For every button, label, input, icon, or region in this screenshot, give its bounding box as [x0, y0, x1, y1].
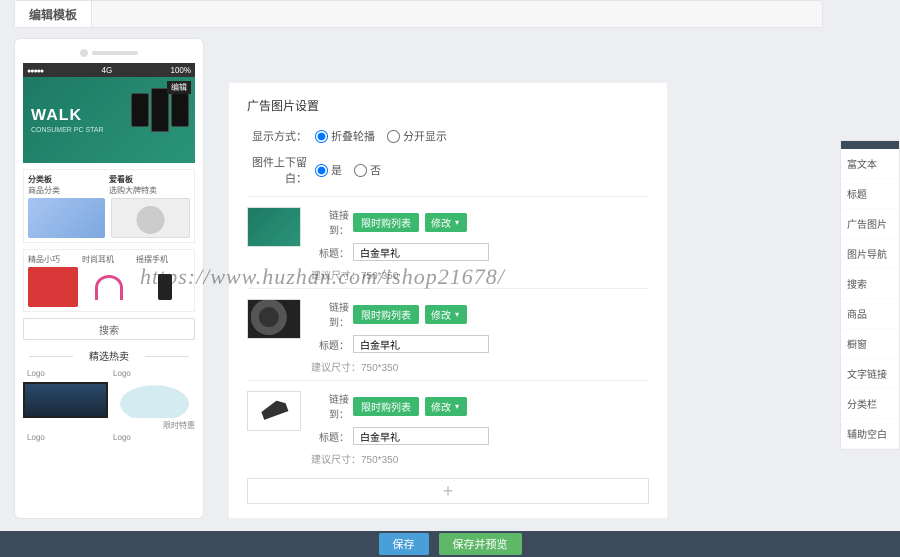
tab-edit-template[interactable]: 编辑模板: [15, 1, 92, 27]
radio-fold-carousel[interactable]: 折叠轮播: [315, 128, 375, 144]
tool-item[interactable]: 图片导航: [841, 239, 899, 269]
preview-section-1[interactable]: 分类板商品分类 爱看板选购大牌特卖: [23, 169, 195, 243]
phone-speaker: [23, 49, 195, 57]
modify-dropdown[interactable]: 修改: [425, 213, 467, 232]
tool-item[interactable]: 广告图片: [841, 209, 899, 239]
ad-thumb[interactable]: [247, 299, 301, 339]
hero-edit-badge[interactable]: 编辑: [167, 81, 191, 94]
title-input[interactable]: [353, 427, 489, 445]
tool-item[interactable]: 富文本: [841, 149, 899, 179]
product-thumb: [140, 267, 190, 307]
radio-margin-yes[interactable]: 是: [315, 162, 342, 178]
sec2-col1: 精品小巧: [28, 254, 82, 265]
sec1-col2-title: 爱看板: [109, 174, 190, 185]
hero-title: WALK: [31, 107, 104, 125]
sec1-col1-title: 分类板: [28, 174, 109, 185]
title-input[interactable]: [353, 243, 489, 261]
radio-separate[interactable]: 分开显示: [387, 128, 447, 144]
title-field-label: 标题：: [311, 429, 349, 444]
tool-item[interactable]: 分类栏: [841, 389, 899, 419]
phone-preview: 4G 100% WALK CONSUMER PC STAR 编辑 分类板商品分类…: [14, 38, 204, 519]
product-thumb: [84, 267, 134, 307]
ad-thumb[interactable]: [247, 207, 301, 247]
link-to-label: 链接到：: [311, 391, 349, 421]
pick-label: 限时特惠: [163, 420, 195, 431]
sec1-col2-sub: 选购大牌特卖: [109, 185, 190, 196]
ad-item: 链接到：限时购列表修改标题： 建议尺寸：750*350: [247, 380, 649, 472]
tool-item[interactable]: 搜索: [841, 269, 899, 299]
status-carrier: 4G: [102, 66, 113, 75]
product-thumb: [28, 267, 78, 307]
size-hint-value: 750*350: [361, 271, 398, 282]
tool-item[interactable]: 标题: [841, 179, 899, 209]
size-hint-value: 750*350: [361, 363, 398, 374]
tab-bar: 编辑模板: [14, 0, 823, 28]
hero-subtitle: CONSUMER PC STAR: [31, 127, 104, 134]
link-target-badge[interactable]: 限时购列表: [353, 397, 419, 416]
display-mode-label: 显示方式：: [247, 128, 307, 144]
size-hint-label: 建议尺寸：: [311, 363, 361, 374]
preview-search[interactable]: 搜索: [23, 318, 195, 340]
product-thumb: [111, 198, 190, 238]
link-target-badge[interactable]: 限时购列表: [353, 213, 419, 232]
link-target-badge[interactable]: 限时购列表: [353, 305, 419, 324]
link-to-label: 链接到：: [311, 207, 349, 237]
product-thumb: [28, 198, 105, 238]
size-hint-label: 建议尺寸：: [311, 455, 361, 466]
settings-panel: 广告图片设置 显示方式： 折叠轮播 分开显示 图件上下留白： 是 否 链接到：限…: [228, 82, 668, 519]
product-thumb: [23, 382, 108, 418]
hero-banner[interactable]: WALK CONSUMER PC STAR 编辑: [23, 77, 195, 163]
title-field-label: 标题：: [311, 245, 349, 260]
status-battery: 100%: [171, 66, 191, 75]
size-hint-value: 750*350: [361, 455, 398, 466]
footer-bar: 保存 保存并预览: [0, 531, 900, 557]
logo-label: Logo: [23, 367, 109, 380]
settings-title: 广告图片设置: [247, 97, 649, 114]
tool-item[interactable]: 文字链接: [841, 359, 899, 389]
logo-label: Logo: [109, 367, 195, 380]
ad-item: 链接到：限时购列表修改标题： 建议尺寸：750*350: [247, 196, 649, 288]
tool-item[interactable]: 橱窗: [841, 329, 899, 359]
tool-item[interactable]: 商品: [841, 299, 899, 329]
title-input[interactable]: [353, 335, 489, 353]
ad-thumb[interactable]: [247, 391, 301, 431]
modify-dropdown[interactable]: 修改: [425, 305, 467, 324]
tool-item[interactable]: 辅助空白: [841, 419, 899, 449]
logo-label: Logo: [109, 431, 195, 444]
sec2-col3: 摇摆手机: [136, 254, 190, 265]
modify-dropdown[interactable]: 修改: [425, 397, 467, 416]
ad-item: 链接到：限时购列表修改标题： 建议尺寸：750*350: [247, 288, 649, 380]
link-to-label: 链接到：: [311, 299, 349, 329]
component-toolbox: 富文本标题广告图片图片导航搜索商品橱窗文字链接分类栏辅助空白: [840, 140, 900, 450]
size-hint-label: 建议尺寸：: [311, 271, 361, 282]
picks-title: 精选热卖: [23, 348, 195, 363]
sec2-col2: 时尚耳机: [82, 254, 136, 265]
toolbox-header: [841, 141, 899, 149]
add-item-button[interactable]: +: [247, 478, 649, 504]
save-button[interactable]: 保存: [379, 533, 429, 555]
sec1-col1-sub: 商品分类: [28, 185, 109, 196]
logo-label: Logo: [23, 431, 109, 444]
phone-status-bar: 4G 100%: [23, 63, 195, 77]
save-preview-button[interactable]: 保存并预览: [439, 533, 522, 555]
preview-section-2[interactable]: 精品小巧 时尚耳机 摇摆手机: [23, 249, 195, 312]
product-thumb: [114, 382, 195, 418]
margin-label: 图件上下留白：: [247, 154, 307, 186]
radio-margin-no[interactable]: 否: [354, 162, 381, 178]
title-field-label: 标题：: [311, 337, 349, 352]
